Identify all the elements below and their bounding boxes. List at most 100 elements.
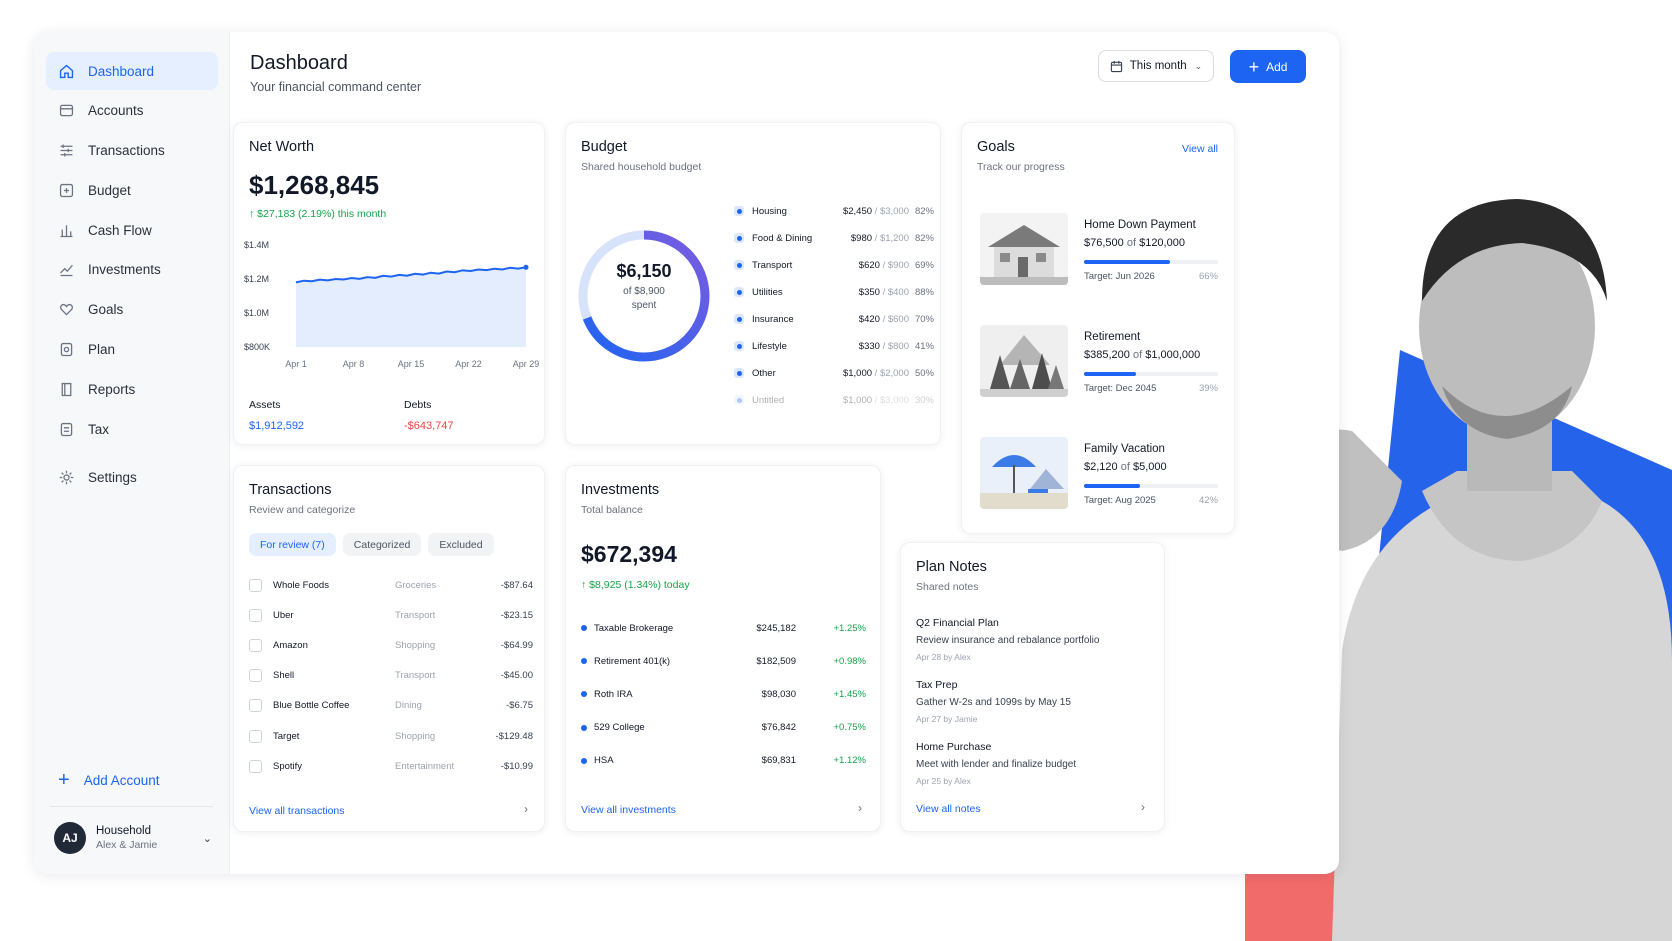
goals-card: Goals Track our progress View all Home D… (961, 122, 1235, 534)
view-all-investments-link[interactable]: View all investments (581, 804, 676, 816)
account-name: Retirement 401(k) (594, 655, 671, 667)
table-row[interactable]: Spotify Entertainment -$10.99 (249, 758, 533, 774)
chevron-right-icon[interactable]: › (858, 801, 862, 815)
row-checkbox[interactable] (249, 669, 262, 683)
category-icon (734, 368, 744, 378)
x-tick-label: Apr 22 (455, 359, 482, 369)
sidebar-item-accounts[interactable]: Accounts (46, 92, 218, 130)
row-checkbox[interactable] (249, 608, 262, 622)
y-tick-label: $1.4M (244, 240, 269, 250)
sidebar-item-transactions[interactable]: Transactions (46, 132, 218, 170)
view-all-transactions-link[interactable]: View all transactions (249, 805, 345, 817)
goal-amount: $2,120 of $5,000 (1084, 461, 1167, 473)
sidebar-item-plan[interactable]: Plan (46, 331, 218, 369)
note-body: Review insurance and rebalance portfolio (916, 635, 1100, 646)
category-name: Food & Dining (752, 232, 813, 244)
budget-row[interactable]: Transport $620 / $900 69% (734, 257, 934, 273)
note-item[interactable]: Q2 Financial Plan Review insurance and re… (916, 617, 1146, 662)
budget-spent-label: spent (631, 300, 657, 311)
account-change: +1.12% (833, 755, 867, 767)
category-name: Groceries (395, 579, 437, 591)
list-item[interactable]: 529 College $76,842 +0.75% (581, 720, 866, 736)
category-name: Entertainment (395, 760, 455, 772)
row-checkbox[interactable] (249, 759, 262, 773)
category-amount: $620 / $900 (858, 259, 909, 271)
row-checkbox[interactable] (249, 699, 262, 713)
sidebar-item-goals[interactable]: Goals (46, 291, 218, 329)
merchant-name: Whole Foods (273, 579, 329, 591)
row-checkbox[interactable] (249, 638, 262, 652)
budget-row[interactable]: Untitled $1,000 / $3,000 30% (734, 392, 934, 408)
budget-row[interactable]: Insurance $420 / $600 70% (734, 311, 934, 327)
table-row[interactable]: Uber Transport -$23.15 (249, 607, 533, 623)
sidebar-item-cash-flow[interactable]: Cash Flow (46, 211, 218, 249)
table-row[interactable]: Amazon Shopping -$64.99 (249, 637, 533, 653)
category-total: $800 (887, 340, 909, 352)
sidebar-item-dashboard[interactable]: Dashboard (46, 52, 218, 90)
account-dot (581, 691, 587, 698)
sidebar-item-reports[interactable]: Reports (46, 370, 218, 408)
table-row[interactable]: Whole Foods Groceries -$87.64 (249, 577, 533, 593)
goal-item[interactable]: Retirement $385,200 of $1,000,000 Target: … (980, 325, 1220, 403)
net-worth-card: Net Worth $1,268,845 ↑ $27,183 (2.19%) t… (233, 122, 545, 445)
chevron-down-icon: ⌄ (1194, 60, 1203, 71)
goal-amount: $76,500 of $120,000 (1084, 237, 1185, 249)
goal-item[interactable]: Home Down Payment $76,500 of $120,000 Targ… (980, 213, 1220, 291)
sidebar-nav: Dashboard Accounts Transactions Budget C… (46, 52, 218, 498)
x-tick-label: Apr 29 (513, 359, 540, 369)
category-percent: 88% (914, 286, 934, 298)
list-item[interactable]: Taxable Brokerage $245,182 +1.25% (581, 620, 866, 636)
budget-row[interactable]: Food & Dining $980 / $1,200 82% (734, 230, 934, 246)
period-dropdown[interactable]: This month ⌄ (1098, 50, 1214, 82)
row-checkbox[interactable] (249, 729, 262, 743)
goals-view-all-link[interactable]: View all (1182, 143, 1218, 155)
budget-row[interactable]: Other $1,000 / $2,000 50% (734, 365, 934, 381)
sidebar-item-settings[interactable]: Settings (46, 458, 218, 496)
view-all-notes-link[interactable]: View all notes (916, 803, 981, 815)
sidebar-item-budget[interactable]: Budget (46, 171, 218, 209)
budget-row[interactable]: Housing $2,450 / $3,000 82% (734, 203, 934, 219)
chevron-right-icon[interactable]: › (1141, 800, 1145, 814)
table-row[interactable]: Blue Bottle Coffee Dining -$6.75 (249, 698, 533, 714)
sidebar-divider (50, 806, 213, 807)
category-amount: $1,000 / $2,000 (842, 367, 909, 379)
assets-label: Assets (249, 399, 281, 411)
card-title: Net Worth (249, 139, 315, 155)
wallet-icon (59, 105, 74, 117)
plus-icon: + (1248, 56, 1260, 77)
category-percent: 82% (914, 232, 934, 244)
goal-progress-bar (1084, 372, 1218, 376)
account-dot (581, 724, 587, 731)
plus-icon: + (58, 769, 70, 791)
add-button[interactable]: + Add (1230, 50, 1306, 83)
budget-row[interactable]: Utilities $350 / $400 88% (734, 284, 934, 300)
table-row[interactable]: Shell Transport -$45.00 (249, 668, 533, 684)
sidebar-item-label: Transactions (88, 143, 165, 159)
sidebar-item-label: Budget (88, 182, 131, 198)
list-item[interactable]: HSA $69,831 +1.12% (581, 753, 866, 769)
tab-excluded[interactable]: Excluded (428, 533, 494, 556)
note-item[interactable]: Home Purchase Meet with lender and finali… (916, 741, 1146, 786)
list-item[interactable]: Roth IRA $98,030 +1.45% (581, 686, 866, 702)
list-item[interactable]: Retirement 401(k) $182,509 +0.98% (581, 653, 866, 669)
row-checkbox[interactable] (249, 578, 262, 592)
table-row[interactable]: Target Shopping -$129.48 (249, 728, 533, 744)
tab-for-review[interactable]: For review (7) (249, 533, 336, 556)
category-total: $900 (887, 259, 909, 271)
category-name: Untitled (752, 394, 785, 406)
sidebar-item-tax[interactable]: Tax (46, 410, 218, 448)
note-item[interactable]: Tax Prep Gather W-2s and 1099s by May 15 A… (916, 679, 1146, 724)
net-worth-value: $1,268,845 (249, 170, 380, 200)
card-subtitle: Track our progress (977, 161, 1065, 173)
chevron-right-icon[interactable]: › (524, 802, 528, 816)
goal-item[interactable]: Family Vacation $2,120 of $5,000 Target: A… (980, 437, 1220, 515)
add-account-button[interactable]: + Add Account (58, 770, 160, 790)
sidebar-item-investments[interactable]: Investments (46, 251, 218, 289)
investments-value: $672,394 (581, 541, 677, 567)
tab-categorized[interactable]: Categorized (342, 533, 422, 556)
budget-row[interactable]: Lifestyle $330 / $800 41% (734, 338, 934, 354)
beach-umbrella-icon (980, 437, 1068, 509)
transaction-amount: -$10.99 (500, 760, 533, 772)
add-account-label: Add Account (83, 772, 160, 788)
household-switcher[interactable]: AJ Household Alex & Jamie ⌄ (54, 822, 212, 854)
